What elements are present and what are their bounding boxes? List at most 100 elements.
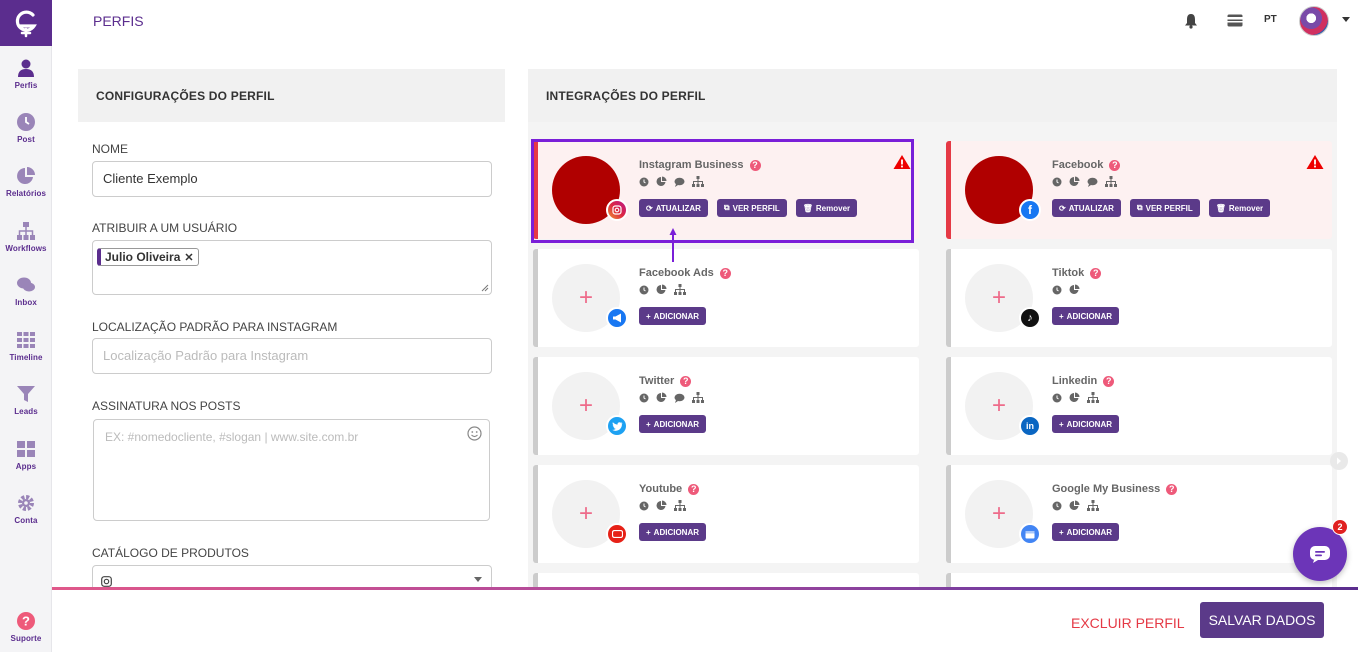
chevron-down-icon[interactable] [1342,17,1350,22]
plus-icon: + [1059,419,1064,429]
billing-button[interactable] [1227,14,1243,32]
integration-name-text: Linkedin [1052,375,1098,387]
nav-relatorios[interactable]: Relatórios [0,166,52,198]
help-icon[interactable]: ? [719,267,731,279]
button-label: ATUALIZAR [1068,203,1114,213]
add-button[interactable]: + ADICIONAR [639,523,707,541]
remove-button[interactable]: 🗑 Remover [1208,199,1271,217]
sidebar: Perfis Post Relatórios Workflows Inbox T… [0,0,52,652]
app-logo[interactable] [0,0,52,46]
integration-name-text: Facebook [1052,159,1104,171]
clock-icon [1052,393,1062,402]
add-button[interactable]: + ADICIONAR [1052,523,1120,541]
nav-leads[interactable]: Leads [0,384,52,416]
help-icon[interactable]: ? [1090,267,1102,279]
integration-name-text: Twitter [639,375,675,387]
location-field[interactable]: Localização Padrão para Instagram [92,338,492,374]
clock-icon [1052,177,1062,186]
integration-card-linkedin: + in Linkedin? + ADICIONAR [946,357,1332,455]
emoji-icon[interactable] [467,426,482,441]
save-button[interactable]: SALVAR DADOS [1200,602,1324,638]
nav-label: Apps [15,462,37,471]
sitemap-icon [17,222,35,240]
nav-timeline[interactable]: Timeline [0,330,52,362]
clock-icon [639,393,649,402]
sitemap-icon [1105,176,1117,187]
panel-title: CONFIGURAÇÕES DO PERFIL [78,69,505,122]
integration-card-facebook-ads: + Facebook Ads? + ADICIONAR [533,249,919,347]
update-button[interactable]: ⟳ ATUALIZAR [1052,199,1121,217]
instagram-icon [101,576,112,587]
help-icon[interactable]: ? [1109,159,1121,171]
name-field[interactable]: Cliente Exemplo [92,161,492,197]
nav-conta[interactable]: Conta [0,493,52,525]
comment-icon [1087,177,1098,187]
help-icon[interactable]: ? [688,483,700,495]
nav-label: Workflows [5,244,47,253]
integration-name-text: Google My Business [1052,483,1161,495]
apps-icon [17,441,35,457]
highlight-box [531,139,914,243]
feature-icons [1052,284,1080,295]
integration-name: Linkedin? [1052,375,1115,387]
nav-label: Inbox [15,298,37,307]
trash-icon: 🗑 [1215,203,1226,213]
feature-icons [639,392,704,403]
filter-icon [17,386,35,402]
add-button[interactable]: + ADICIONAR [1052,307,1120,325]
credit-card-icon [1227,14,1243,27]
card-actions: + ADICIONAR [639,307,707,325]
language-selector[interactable]: PT [1264,14,1277,25]
nav-label: Post [17,135,35,144]
help-icon[interactable]: ? [680,375,692,387]
nav-apps[interactable]: Apps [0,439,52,471]
integration-name: Twitter? [639,375,692,387]
sitemap-icon [674,500,686,511]
nav-perfis[interactable]: Perfis [0,58,52,90]
chat-widget-button[interactable] [1293,527,1347,581]
view-profile-button[interactable]: ⧉ VER PERFIL [1129,199,1200,217]
grid-icon [17,332,35,348]
delete-profile-button[interactable]: EXCLUIR PERFIL [1071,615,1185,631]
plus-icon: + [1059,311,1064,321]
button-label: Remover [1228,203,1264,213]
pie-icon [656,284,667,294]
nav-post[interactable]: Post [0,112,52,144]
signature-field[interactable]: EX: #nomedocliente, #slogan | www.site.c… [93,419,490,521]
button-label: ADICIONAR [1066,419,1113,429]
warning-icon[interactable] [1306,154,1324,170]
help-icon[interactable]: ? [1103,375,1115,387]
card-actions: + ADICIONAR [1052,307,1120,325]
add-button[interactable]: + ADICIONAR [639,307,707,325]
scroll-right-button[interactable] [1330,452,1348,470]
pie-icon [17,167,35,184]
avatar[interactable] [1299,6,1329,36]
nav-inbox[interactable]: Inbox [0,275,52,307]
help-icon[interactable]: ? [1166,483,1178,495]
plus-icon: + [1059,527,1064,537]
catalog-label: CATÁLOGO DE PRODUTOS [92,546,249,560]
button-label: ADICIONAR [653,419,700,429]
notifications-button[interactable] [1184,13,1198,34]
add-button[interactable]: + ADICIONAR [639,415,707,433]
external-link-icon: ⧉ [1136,203,1143,212]
pie-icon [1069,176,1080,186]
nav-workflows[interactable]: Workflows [0,221,52,253]
assigned-user-name: Julio Oliveira [105,250,181,264]
add-button[interactable]: + ADICIONAR [1052,415,1120,433]
resize-handle-icon[interactable] [481,284,489,292]
remove-tag-icon[interactable]: ✕ [184,251,193,264]
integration-card-twitter: + Twitter? + ADICIONAR [533,357,919,455]
topbar: PERFIS PT [52,0,1358,46]
feature-icons [1052,392,1099,403]
clock-icon [1052,501,1062,510]
assign-user-label: ATRIBUIR A UM USUÁRIO [92,221,238,235]
sitemap-icon [1087,392,1099,403]
chevron-down-icon[interactable] [474,577,482,582]
button-label: ADICIONAR [653,527,700,537]
nav-label: Perfis [14,81,38,90]
button-label: VER PERFIL [1145,203,1193,213]
nav-suporte[interactable]: ? Suporte [0,611,52,643]
card-actions: + ADICIONAR [1052,415,1120,433]
logo-icon [15,10,37,38]
